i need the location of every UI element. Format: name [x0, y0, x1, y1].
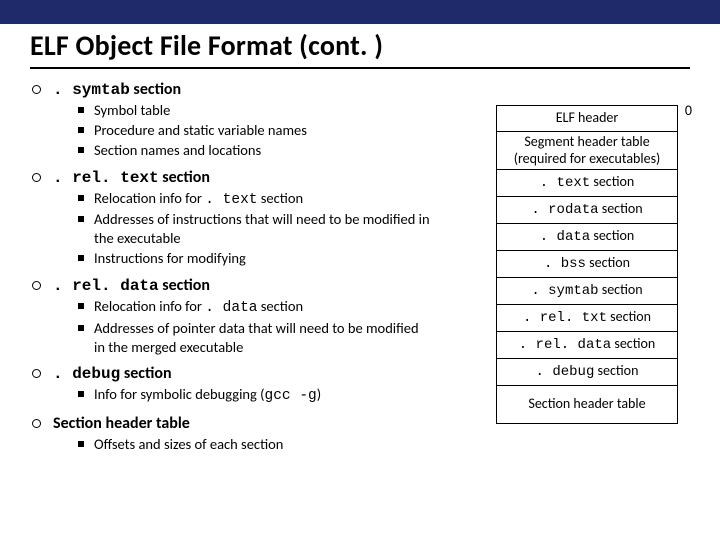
heading-rest: section [120, 364, 171, 383]
list-item: Addresses of instructions that will need… [78, 210, 432, 248]
hollow-bullet-icon [32, 173, 41, 182]
hollow-bullet-icon [32, 281, 41, 290]
section-heading: . rel. data section [32, 276, 432, 295]
section-heading: . debug section [32, 364, 432, 383]
elf-diagram: 0 ELF header Segment header table (requi… [496, 105, 678, 424]
title-bar [0, 0, 720, 24]
sub-list: Symbol table Procedure and static variab… [78, 101, 432, 160]
diagram-cell-elf-header: ELF header [496, 105, 678, 132]
list-item: Info for symbolic debugging (gcc -g) [78, 385, 432, 406]
heading-code: . debug [53, 365, 120, 383]
section-header-table: Section header table Offsets and sizes o… [32, 414, 432, 454]
slide-title: ELF Object File Format (cont. ) [0, 24, 720, 65]
diagram-cell-section-header: Section header table [496, 386, 678, 424]
heading-rest: section [159, 276, 210, 295]
list-item: Offsets and sizes of each section [78, 435, 432, 454]
diagram-cell-symtab: . symtab section [496, 278, 678, 305]
sub-list: Offsets and sizes of each section [78, 435, 432, 454]
heading-code: . symtab [53, 81, 130, 99]
offset-zero-label: 0 [685, 102, 692, 119]
sub-list: Relocation info for . data section Addre… [78, 297, 432, 357]
list-item: Instructions for modifying [78, 249, 432, 268]
section-heading: . rel. text section [32, 168, 432, 187]
list-item: Relocation info for . data section [78, 297, 432, 318]
diagram-cell-data: . data section [496, 224, 678, 251]
section-symtab: . symtab section Symbol table Procedure … [32, 80, 432, 160]
list-item: Section names and locations [78, 141, 432, 160]
hollow-bullet-icon [32, 85, 41, 94]
diagram-cell-rodata: . rodata section [496, 197, 678, 224]
content-column: . symtab section Symbol table Procedure … [32, 80, 432, 462]
list-item: Relocation info for . text section [78, 189, 432, 210]
section-reltext: . rel. text section Relocation info for … [32, 168, 432, 268]
heading-code: . rel. data [53, 277, 159, 295]
diagram-cell-reltxt: . rel. txt section [496, 305, 678, 332]
diagram-cell-text: . text section [496, 170, 678, 197]
list-item: Addresses of pointer data that will need… [78, 319, 432, 357]
heading-code: . rel. text [53, 169, 159, 187]
hollow-bullet-icon [32, 369, 41, 378]
section-heading: . symtab section [32, 80, 432, 99]
hollow-bullet-icon [32, 419, 41, 428]
heading-rest: section [159, 168, 210, 187]
section-heading: Section header table [32, 414, 432, 433]
list-item: Procedure and static variable names [78, 121, 432, 140]
sub-list: Relocation info for . text section Addre… [78, 189, 432, 268]
sub-list: Info for symbolic debugging (gcc -g) [78, 385, 432, 406]
section-reldata: . rel. data section Relocation info for … [32, 276, 432, 357]
diagram-cell-bss: . bss section [496, 251, 678, 278]
section-debug: . debug section Info for symbolic debugg… [32, 364, 432, 406]
heading-rest: section [130, 80, 181, 99]
diagram-cell-segment-header: Segment header table (required for execu… [496, 132, 678, 170]
diagram-cell-reldata: . rel. data section [496, 332, 678, 359]
diagram-cell-debug: . debug section [496, 359, 678, 386]
list-item: Symbol table [78, 101, 432, 120]
title-underline [30, 67, 690, 69]
heading-rest: Section header table [53, 414, 190, 433]
